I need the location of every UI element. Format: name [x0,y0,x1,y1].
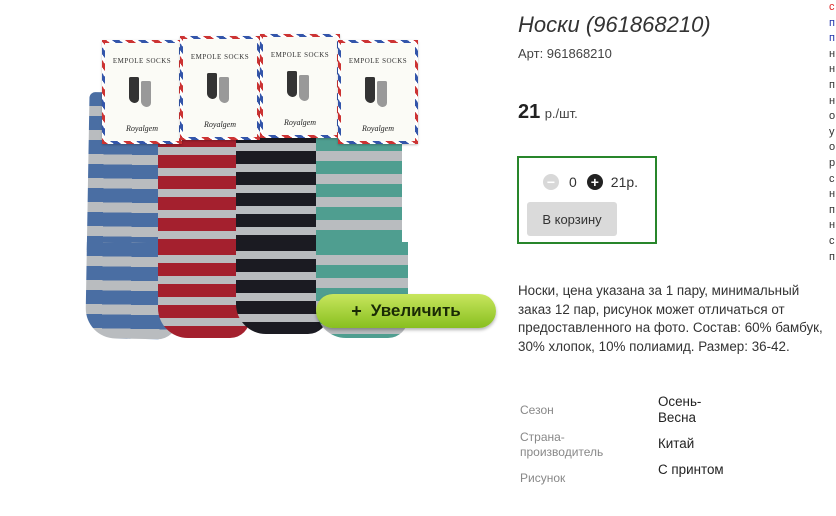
sidebar-clipped-text: с п п н н п н о у о р с н п н с п [829,0,836,290]
quantity-sum: 21р. [610,174,639,190]
zoom-button[interactable]: + Увеличить [316,294,496,328]
sock-pictogram [283,71,317,107]
sidebar-letter: н [829,47,836,60]
quantity-stepper: − 0 + 21р. [543,174,638,190]
product-label-card: EMPOLE SOCKS Royalgem [180,36,260,140]
plus-icon[interactable]: + [586,174,603,190]
product-label-card: EMPOLE SOCKS Royalgem [102,40,182,144]
sidebar-letter: с [829,172,835,185]
sidebar-letter: н [829,63,836,76]
card-brand: EMPOLE SOCKS [190,53,250,61]
add-to-cart-button[interactable]: В корзину [527,202,617,236]
attribute-value: С принтом [658,462,724,477]
card-brand: EMPOLE SOCKS [270,51,330,59]
sidebar-letter: п [829,16,835,29]
attribute-key: Рисунок [520,471,566,485]
sidebar-letter: с [829,234,835,247]
sidebar-letter: п [829,250,835,263]
product-label-card: EMPOLE SOCKS Royalgem [338,40,418,144]
card-brand: EMPOLE SOCKS [112,57,172,65]
sidebar-letter: п [829,32,835,45]
card-signature: Royalgem [126,124,158,133]
product-article: Арт: 961868210 [518,46,612,61]
attribute-key: Страна-производитель [520,430,604,459]
sidebar-letter: о [829,110,836,123]
add-to-cart-box: − 0 + 21р. В корзину [517,156,657,244]
quantity-value: 0 [569,174,577,190]
product-title: Носки (961868210) [518,12,711,37]
minus-icon[interactable]: − [543,174,559,190]
product-image[interactable]: EMPOLE SOCKS Royalgem EMPOLE SOCKS Royal… [84,30,464,340]
card-brand: EMPOLE SOCKS [348,57,408,65]
price-unit: р./шт. [544,106,578,121]
sidebar-letter: о [829,141,836,154]
product-label-card: EMPOLE SOCKS Royalgem [260,34,340,138]
sock-pictogram [125,77,159,113]
sock-pictogram [203,73,237,109]
price-value: 21 [518,101,541,123]
product-price: 21 р./шт. [518,101,578,124]
sidebar-letter: р [829,156,836,169]
plus-icon: + [351,300,362,321]
card-signature: Royalgem [204,120,236,129]
sidebar-letter: н [829,219,836,232]
zoom-label: Увеличить [370,301,461,320]
sock-pictogram [361,77,395,113]
sidebar-letter: н [829,188,836,201]
sidebar-letter: с [829,1,835,13]
sidebar-letter: н [829,94,836,107]
card-signature: Royalgem [362,124,394,133]
attribute-value: Китай [658,436,695,451]
sidebar-letter: п [829,203,835,216]
sidebar-letter: у [829,125,835,138]
attribute-key: Сезон [520,403,554,417]
product-description: Носки, цена указана за 1 пару, минимальн… [518,283,823,354]
attribute-value: Осень-Весна [658,394,702,425]
sidebar-letter: п [829,78,835,91]
card-signature: Royalgem [284,118,316,127]
